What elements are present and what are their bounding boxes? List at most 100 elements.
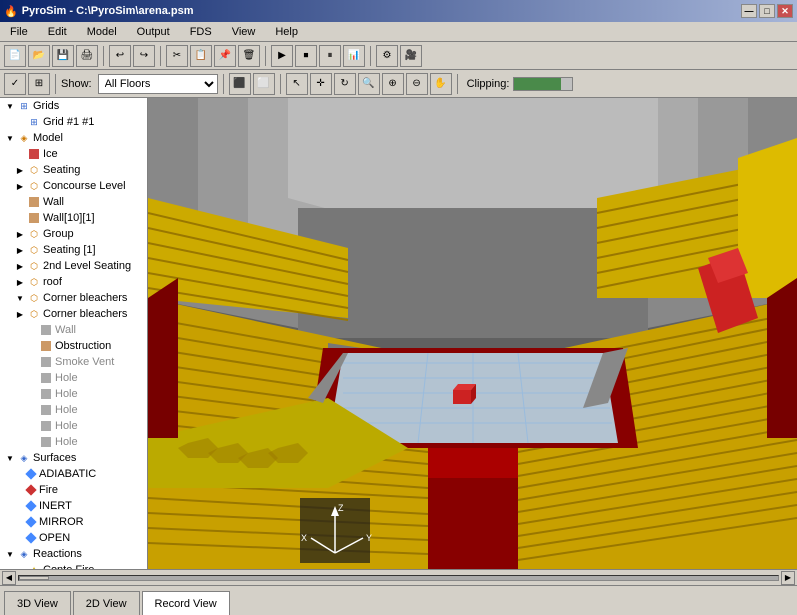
wall10-icon	[27, 211, 41, 225]
delete-button[interactable]: 🗑	[238, 45, 260, 67]
paste-button[interactable]: 📌	[214, 45, 236, 67]
tree-hole5[interactable]: Hole	[0, 434, 147, 450]
viewport[interactable]: Z Y X	[148, 98, 797, 569]
tree-model[interactable]: ▼ ◈ Model	[0, 130, 147, 146]
pause-button[interactable]: ⏸	[319, 45, 341, 67]
title-bar: 🔥 PyroSim - C:\PyroSim\arena.psm — □ ✕	[0, 0, 797, 22]
cursor-button[interactable]: ↖	[286, 73, 308, 95]
move-button[interactable]: ✛	[310, 73, 332, 95]
expand-icon	[26, 324, 38, 336]
expand-icon: ▼	[14, 292, 26, 304]
tree-smokevent[interactable]: Smoke Vent	[0, 354, 147, 370]
tab-record[interactable]: Record View	[142, 591, 230, 615]
pan-button[interactable]: ✋	[430, 73, 452, 95]
group-icon3: ⬡	[27, 227, 41, 241]
menu-help[interactable]: Help	[269, 25, 304, 39]
tree-grid1[interactable]: ⊞ Grid #1 #1	[0, 114, 147, 130]
run-button[interactable]: ▶	[271, 45, 293, 67]
tree-concourse[interactable]: ▶ ⬡ Concourse Level	[0, 178, 147, 194]
tree-seating[interactable]: ▶ ⬡ Seating	[0, 162, 147, 178]
tree-group[interactable]: ▶ ⬡ Group	[0, 226, 147, 242]
settings-button[interactable]: ⚙	[376, 45, 398, 67]
show-select[interactable]: All Floors Floor 1 Floor 2	[98, 74, 218, 94]
tree-roof[interactable]: ▶ ⬡ roof	[0, 274, 147, 290]
new-button[interactable]: 📄	[4, 45, 26, 67]
tree-wall[interactable]: Wall	[0, 194, 147, 210]
tree-fire[interactable]: Fire	[0, 482, 147, 498]
tree-contefire[interactable]: ✦ Conte Fire	[0, 562, 147, 569]
menu-fds[interactable]: FDS	[184, 25, 218, 39]
tree-wall2[interactable]: Wall	[0, 322, 147, 338]
tree-inert[interactable]: INERT	[0, 498, 147, 514]
maximize-button[interactable]: □	[759, 4, 775, 18]
tree-corner2[interactable]: ▶ ⬡ Corner bleachers	[0, 306, 147, 322]
minimize-button[interactable]: —	[741, 4, 757, 18]
results-button[interactable]: 📊	[343, 45, 365, 67]
expand-icon	[14, 196, 26, 208]
tab-bar: 3D View 2D View Record View	[0, 585, 797, 615]
expand-icon: ▼	[4, 100, 16, 112]
tree-hole2[interactable]: Hole	[0, 386, 147, 402]
tab-2d[interactable]: 2D View	[73, 591, 140, 615]
menu-model[interactable]: Model	[81, 25, 123, 39]
scroll-track[interactable]	[18, 575, 779, 581]
zoomout-button[interactable]: ⊖	[406, 73, 428, 95]
tree-grids[interactable]: ▼ ⊞ Grids	[0, 98, 147, 114]
tree-obstruction[interactable]: Obstruction	[0, 338, 147, 354]
clipping-bar[interactable]	[513, 77, 573, 91]
open-button[interactable]: 📂	[28, 45, 50, 67]
tree-mirror[interactable]: MIRROR	[0, 514, 147, 530]
group-icon: ⬡	[27, 163, 41, 177]
tree-item-label: Grid #1 #1	[43, 116, 94, 128]
grid-button[interactable]: ⊞	[28, 73, 50, 95]
tree-hole3[interactable]: Hole	[0, 402, 147, 418]
view3d-button[interactable]: ⬛	[229, 73, 251, 95]
main-area: ▼ ⊞ Grids ⊞ Grid #1 #1 ▼ ◈ Model Ice ▶ ⬡…	[0, 98, 797, 569]
tree-wall10[interactable]: Wall[10][1]	[0, 210, 147, 226]
scroll-left-button[interactable]: ◀	[2, 571, 16, 585]
expand-icon: ▶	[14, 164, 26, 176]
view2d-button[interactable]: ⬜	[253, 73, 275, 95]
tab-3d[interactable]: 3D View	[4, 591, 71, 615]
menu-edit[interactable]: Edit	[42, 25, 73, 39]
group-icon4: ⬡	[27, 243, 41, 257]
reactions-icon: ◈	[17, 547, 31, 561]
tree-seating1[interactable]: ▶ ⬡ Seating [1]	[0, 242, 147, 258]
close-button[interactable]: ✕	[777, 4, 793, 18]
menu-view[interactable]: View	[226, 25, 262, 39]
save-button[interactable]: 💾	[52, 45, 74, 67]
stop-button[interactable]: ⏹	[295, 45, 317, 67]
copy-button[interactable]: 📋	[190, 45, 212, 67]
check-button[interactable]: ✓	[4, 73, 26, 95]
tree-2ndlevel[interactable]: ▶ ⬡ 2nd Level Seating	[0, 258, 147, 274]
tree-reactions[interactable]: ▼ ◈ Reactions	[0, 546, 147, 562]
zoomin-button[interactable]: ⊕	[382, 73, 404, 95]
undo-button[interactable]: ↩	[109, 45, 131, 67]
scroll-thumb[interactable]	[19, 576, 49, 580]
scroll-right-button[interactable]: ▶	[781, 571, 795, 585]
expand-icon	[14, 564, 26, 569]
tree-ice[interactable]: Ice	[0, 146, 147, 162]
tree-item-label: Surfaces	[33, 452, 76, 464]
tab-record-label: Record View	[155, 598, 217, 610]
h-scrollbar: ◀ ▶	[0, 569, 797, 585]
surfaces-icon: ◈	[17, 451, 31, 465]
tree-hole1[interactable]: Hole	[0, 370, 147, 386]
zoom-button[interactable]: 🔍	[358, 73, 380, 95]
tree-adiabatic[interactable]: ADIABATIC	[0, 466, 147, 482]
expand-icon	[26, 436, 38, 448]
menu-file[interactable]: File	[4, 25, 34, 39]
print-button[interactable]: 🖨	[76, 45, 98, 67]
menu-output[interactable]: Output	[131, 25, 176, 39]
tree-corner1[interactable]: ▼ ⬡ Corner bleachers	[0, 290, 147, 306]
rotate-button[interactable]: ↻	[334, 73, 356, 95]
toolbar-separator2	[160, 46, 161, 66]
cut-button[interactable]: ✂	[166, 45, 188, 67]
camera-button[interactable]: 🎥	[400, 45, 422, 67]
tree-open[interactable]: OPEN	[0, 530, 147, 546]
tree-hole4[interactable]: Hole	[0, 418, 147, 434]
tree-item-label: Reactions	[33, 548, 82, 560]
redo-button[interactable]: ↪	[133, 45, 155, 67]
tree-surfaces[interactable]: ▼ ◈ Surfaces	[0, 450, 147, 466]
expand-icon	[14, 532, 26, 544]
